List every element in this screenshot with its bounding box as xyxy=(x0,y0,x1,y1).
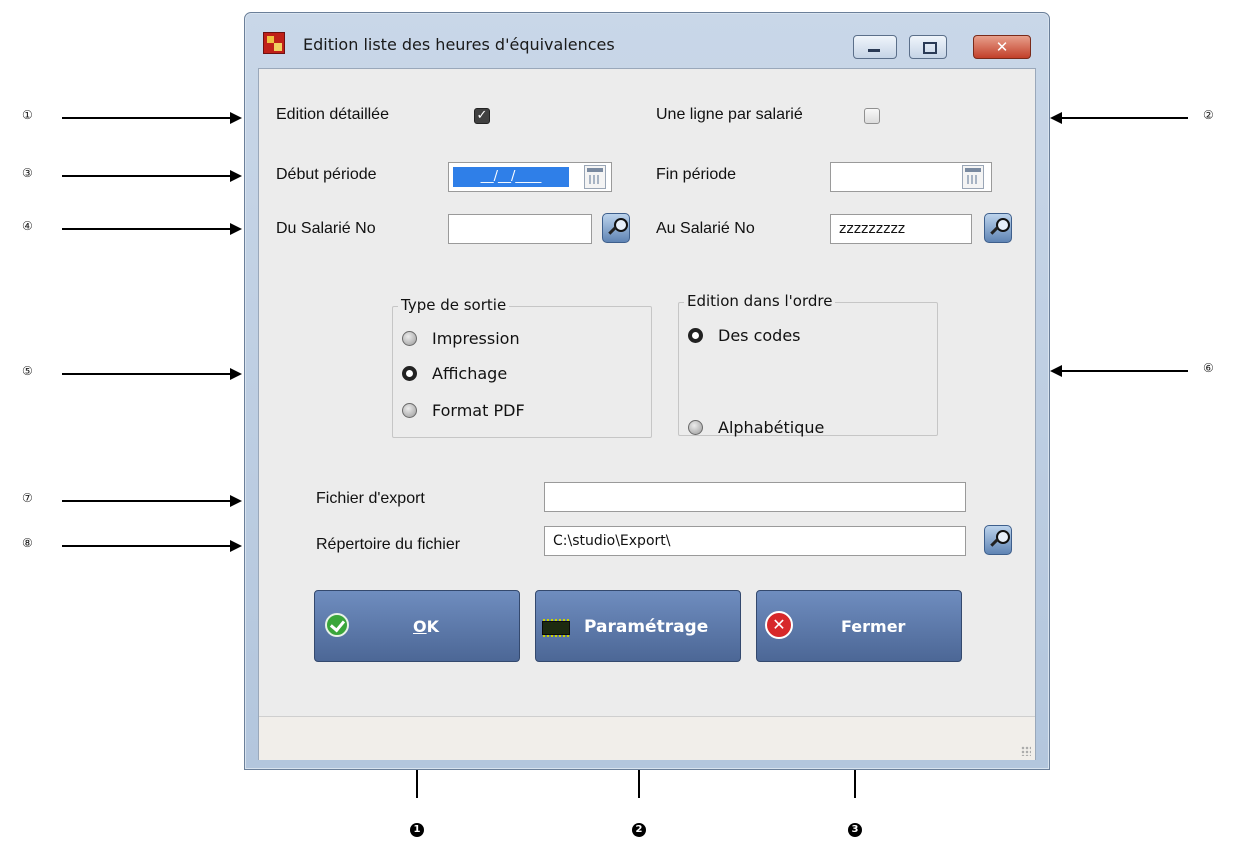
fin-periode-label: Fin période xyxy=(656,166,737,183)
radio-impression-label[interactable]: Impression xyxy=(432,329,520,348)
fermer-button[interactable]: ✕ Fermer xyxy=(756,590,962,662)
repertoire-field[interactable]: C:\studio\Export\ xyxy=(544,526,966,556)
callout-7: ⑦ xyxy=(22,491,33,505)
search-icon xyxy=(614,218,628,232)
arrow-head xyxy=(230,112,242,124)
arrow-head xyxy=(230,368,242,380)
window-title: Edition liste des heures d'équivalences xyxy=(303,35,615,54)
calendar-icon[interactable] xyxy=(962,165,984,189)
radio-format-pdf-label[interactable]: Format PDF xyxy=(432,401,525,420)
callout-2: ② xyxy=(1203,108,1214,122)
arrow-head xyxy=(230,170,242,182)
arrow-head xyxy=(230,495,242,507)
radio-des-codes-label[interactable]: Des codes xyxy=(718,326,801,345)
arrow-head xyxy=(230,540,242,552)
maximize-icon xyxy=(923,42,937,54)
status-bar xyxy=(259,716,1035,760)
arrow-line xyxy=(62,373,230,375)
arrow-head xyxy=(1050,365,1062,377)
edition-detaillee-checkbox[interactable]: ✓ xyxy=(474,108,490,124)
radio-affichage[interactable] xyxy=(402,366,417,381)
arrow-line xyxy=(62,500,230,502)
search-button[interactable] xyxy=(984,213,1012,243)
fermer-label: Fermer xyxy=(841,617,906,636)
title-bar[interactable]: Edition liste des heures d'équivalences … xyxy=(245,13,1049,59)
callout-bottom-1: 1 xyxy=(410,823,424,837)
close-icon: ✕ xyxy=(765,611,793,639)
minimize-icon xyxy=(868,49,880,52)
callout-6: ⑥ xyxy=(1203,361,1214,375)
fichier-export-field[interactable] xyxy=(544,482,966,512)
radio-impression[interactable] xyxy=(402,331,417,346)
arrow-head xyxy=(230,223,242,235)
browse-button[interactable] xyxy=(984,525,1012,555)
callout-5: ⑤ xyxy=(22,364,33,378)
arrow-head xyxy=(1050,112,1062,124)
ok-label: OK xyxy=(413,617,440,636)
au-salarie-field[interactable]: zzzzzzzzz xyxy=(830,214,972,244)
check-icon xyxy=(325,613,349,637)
callout-8: ⑧ xyxy=(22,536,33,550)
debut-periode-label: Début période xyxy=(276,166,377,183)
arrow-line xyxy=(62,117,230,119)
radio-format-pdf[interactable] xyxy=(402,403,417,418)
une-ligne-checkbox[interactable] xyxy=(864,108,880,124)
close-icon: ✕ xyxy=(995,38,1009,56)
edition-ordre-group xyxy=(678,302,938,436)
date-selection: __/__/____ xyxy=(453,167,569,187)
callout-bottom-3: 3 xyxy=(848,823,862,837)
radio-des-codes[interactable] xyxy=(688,328,703,343)
arrow-line xyxy=(1062,117,1188,119)
app-icon xyxy=(263,32,285,54)
ok-button[interactable]: OK xyxy=(314,590,520,662)
search-icon xyxy=(996,218,1010,232)
callout-1: ① xyxy=(22,108,33,122)
type-sortie-legend: Type de sortie xyxy=(398,296,510,314)
calendar-icon[interactable] xyxy=(584,165,606,189)
edition-ordre-legend: Edition dans l'ordre xyxy=(684,292,836,310)
callout-bottom-2: 2 xyxy=(632,823,646,837)
une-ligne-label: Une ligne par salarié xyxy=(656,106,803,123)
arrow-line xyxy=(62,545,230,547)
callout-4: ④ xyxy=(22,219,33,233)
maximize-button[interactable] xyxy=(909,35,947,59)
search-icon xyxy=(996,530,1010,544)
minimize-button[interactable] xyxy=(853,35,897,59)
parametrage-button[interactable]: Paramétrage xyxy=(535,590,741,662)
callout-3: ③ xyxy=(22,166,33,180)
repertoire-label: Répertoire du fichier xyxy=(316,536,461,553)
radio-alphabetique-label[interactable]: Alphabétique xyxy=(718,418,824,437)
chip-icon xyxy=(542,619,570,637)
au-salarie-label: Au Salarié No xyxy=(656,220,755,237)
arrow-line xyxy=(1062,370,1188,372)
arrow-line xyxy=(62,175,230,177)
resize-grip[interactable] xyxy=(1021,746,1031,756)
fichier-export-label: Fichier d'export xyxy=(316,490,425,507)
radio-affichage-label[interactable]: Affichage xyxy=(432,364,507,383)
du-salarie-label: Du Salarié No xyxy=(276,220,376,237)
arrow-line xyxy=(62,228,230,230)
parametrage-label: Paramétrage xyxy=(584,617,709,637)
radio-alphabetique[interactable] xyxy=(688,420,703,435)
close-window-button[interactable]: ✕ xyxy=(973,35,1031,59)
edition-detaillee-label: Edition détaillée xyxy=(276,106,389,123)
search-button[interactable] xyxy=(602,213,630,243)
du-salarie-field[interactable] xyxy=(448,214,592,244)
